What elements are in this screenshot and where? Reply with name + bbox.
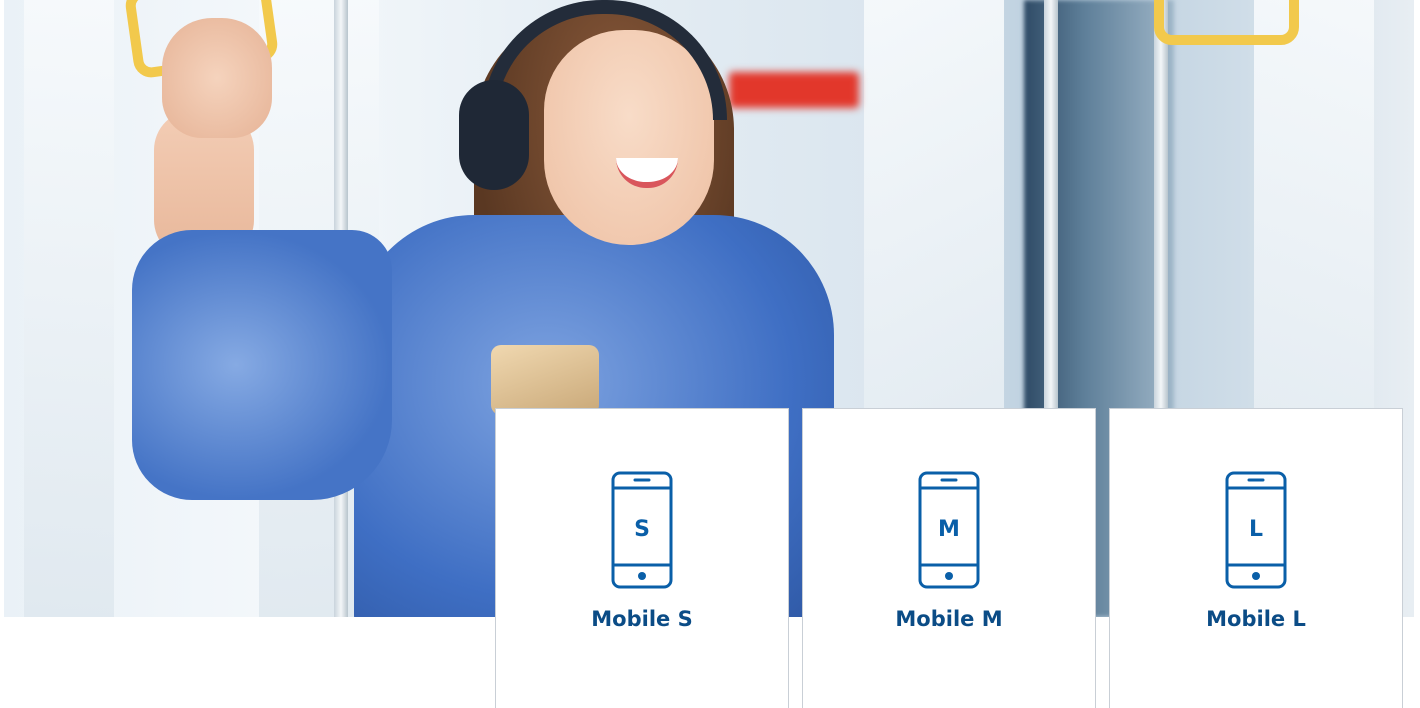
plan-size-letter: M: [938, 517, 960, 542]
person-hand: [162, 18, 272, 138]
headphones-icon: [459, 80, 529, 190]
plan-name: Mobile M: [895, 607, 1003, 631]
grab-handle: [1154, 0, 1299, 45]
plan-name: Mobile S: [591, 607, 693, 631]
person-arm: [132, 230, 392, 500]
plan-size-letter: S: [634, 517, 650, 542]
page: S Mobile S M Mobile M L Mobile L: [0, 0, 1420, 708]
plan-name: Mobile L: [1206, 607, 1306, 631]
plan-card-mobile-m[interactable]: M Mobile M: [802, 408, 1096, 708]
handheld-phone: [491, 345, 599, 415]
plan-card-mobile-s[interactable]: S Mobile S: [495, 408, 789, 708]
plan-card-mobile-l[interactable]: L Mobile L: [1109, 408, 1403, 708]
plan-size-letter: L: [1248, 517, 1264, 542]
